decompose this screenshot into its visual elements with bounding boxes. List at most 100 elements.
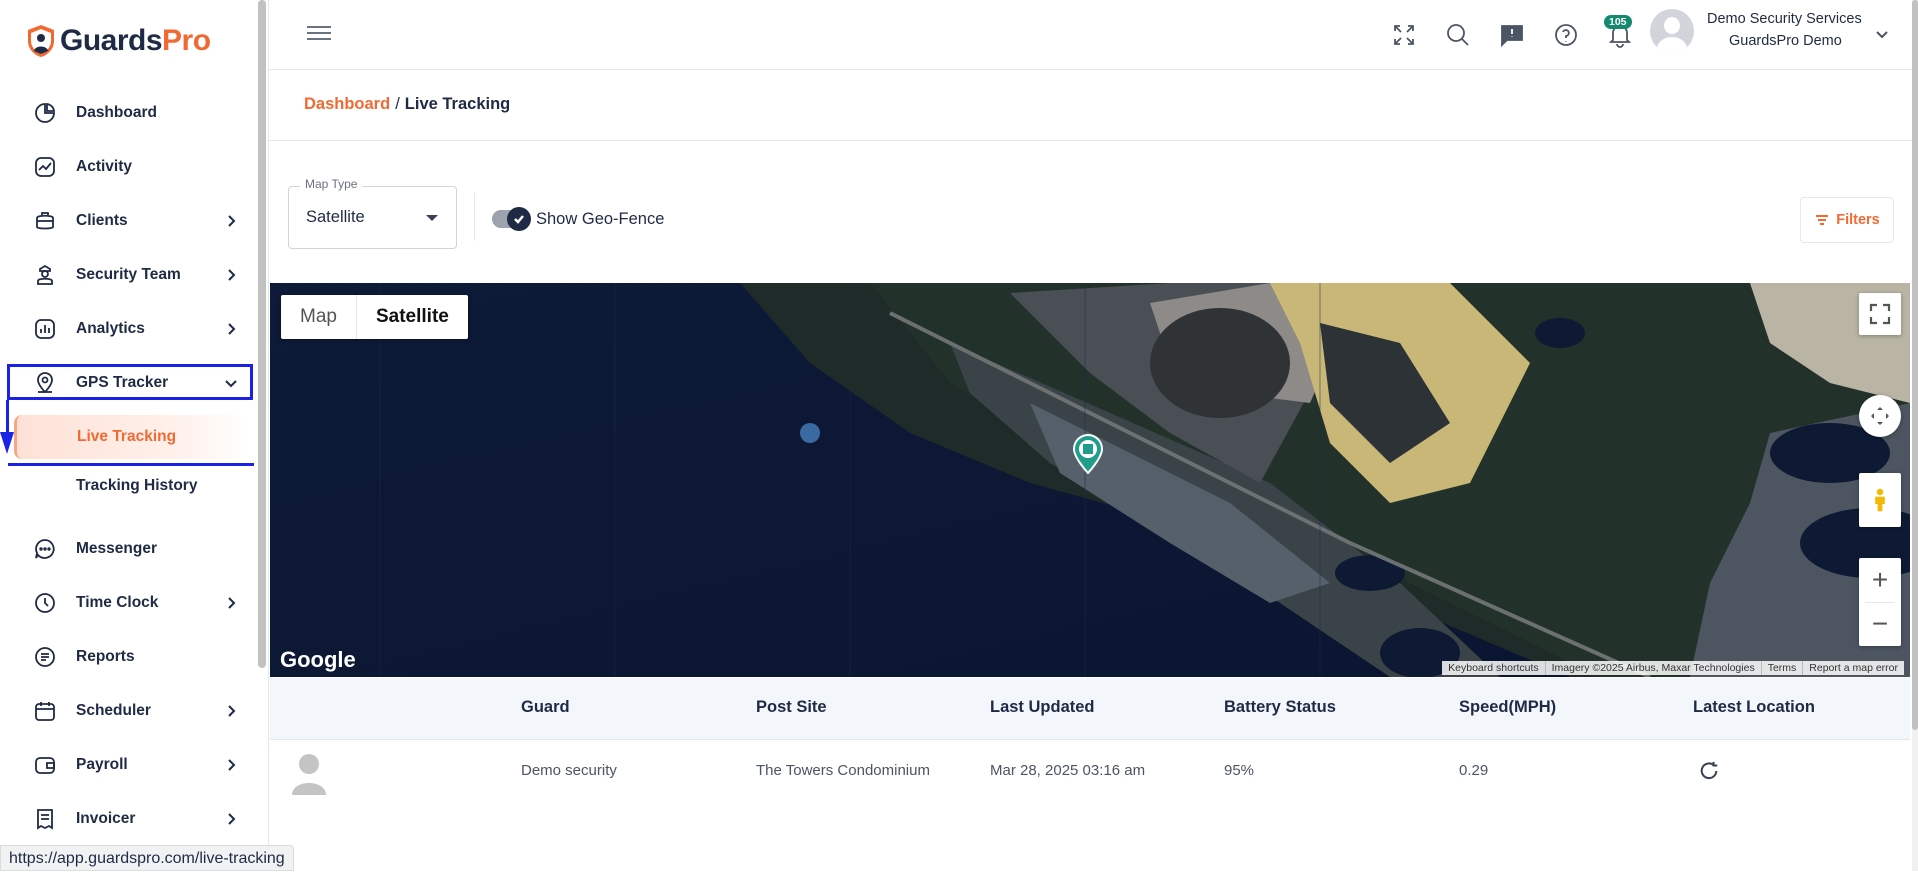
zoom-in-button[interactable]: + [1859, 558, 1901, 602]
guard-location-marker[interactable] [1071, 434, 1105, 475]
user-avatar[interactable] [1650, 9, 1694, 53]
chevron-right-icon [224, 704, 238, 718]
analytics-icon [32, 316, 58, 342]
page-scrollbar[interactable] [1912, 0, 1918, 730]
user-org[interactable]: GuardsPro Demo [1729, 33, 1842, 49]
sidebar-subitem-live-tracking[interactable]: Live Tracking [14, 415, 250, 459]
refresh-location-icon[interactable] [1698, 760, 1722, 784]
chevron-right-icon [224, 214, 238, 228]
map-fullscreen-icon[interactable] [1859, 293, 1901, 335]
chevron-down-icon[interactable] [1874, 26, 1890, 42]
menu-toggle-icon[interactable] [307, 22, 331, 46]
invoice-icon [32, 806, 58, 832]
column-header-battery-status: Battery Status [1224, 698, 1336, 716]
sidebar-item-label: Clients [76, 212, 128, 229]
column-header-post-site: Post Site [756, 698, 827, 716]
breadcrumb-separator: / [395, 95, 400, 113]
sidebar-item-activity[interactable]: Activity [6, 147, 252, 187]
cell-post-site: The Towers Condominium [756, 762, 930, 779]
cell-speed: 0.29 [1459, 762, 1489, 779]
terms-link[interactable]: Terms [1762, 661, 1804, 675]
sidebar-item-label: Payroll [76, 756, 128, 773]
sidebar-item-security-team[interactable]: Security Team [6, 255, 252, 295]
map-type-value[interactable]: Satellite [306, 208, 365, 227]
cell-guard: Demo security [521, 762, 617, 779]
filters-button-label: Filters [1836, 212, 1880, 228]
sidebar-item-scheduler[interactable]: Scheduler [6, 691, 252, 731]
map-type-satellite-button[interactable]: Satellite [357, 295, 468, 339]
sidebar-subitem-label: Tracking History [76, 477, 198, 494]
chevron-right-icon [224, 268, 238, 282]
report-icon [32, 644, 58, 670]
breadcrumb-current: Live Tracking [404, 95, 511, 113]
sidebar-item-label: Messenger [76, 540, 157, 557]
column-header-last-updated: Last Updated [990, 698, 1095, 716]
cell-last-updated: Mar 28, 2025 03:16 am [990, 762, 1146, 779]
guard-avatar [286, 749, 332, 795]
sidebar-item-label: Dashboard [76, 104, 157, 121]
table-row[interactable]: Demo security The Towers Condominium Mar… [270, 741, 1910, 803]
map-type-label: Map Type [300, 177, 363, 191]
filter-icon [1816, 215, 1829, 225]
street-view-pegman-icon[interactable] [1859, 473, 1901, 527]
chevron-right-icon [224, 758, 238, 772]
help-icon[interactable] [1553, 22, 1579, 48]
geofence-toggle-label[interactable]: Show Geo-Fence [536, 210, 664, 229]
chat-icon [32, 536, 58, 562]
user-name[interactable]: Demo Security Services [1707, 11, 1862, 27]
search-icon[interactable] [1445, 22, 1471, 48]
notification-count-badge: 105 [1604, 15, 1632, 29]
fullscreen-icon[interactable] [1391, 22, 1417, 48]
sidebar-item-label: Scheduler [76, 702, 151, 719]
sidebar-item-label: Activity [76, 158, 132, 175]
shield-logo-icon [28, 25, 54, 57]
sidebar-item-messenger[interactable]: Messenger [6, 529, 252, 569]
google-logo[interactable]: Google [280, 647, 356, 673]
satellite-map[interactable]: Map Satellite + − Google Keyboard shortc… [270, 283, 1910, 677]
logo[interactable]: GuardsPro [26, 24, 211, 58]
clock-icon [32, 590, 58, 616]
sidebar-divider [268, 0, 269, 871]
sidebar-item-payroll[interactable]: Payroll [6, 745, 252, 785]
briefcase-icon [32, 208, 58, 234]
geofence-toggle-check-icon[interactable] [507, 207, 531, 231]
column-header-guard: Guard [521, 698, 570, 716]
logo-text-pro: Pro [162, 24, 211, 57]
filters-button[interactable]: Filters [1800, 197, 1894, 243]
keyboard-shortcuts-link[interactable]: Keyboard shortcuts [1442, 661, 1546, 675]
breadcrumb: Dashboard / Live Tracking [304, 95, 510, 114]
sidebar-item-dashboard[interactable]: Dashboard [6, 93, 252, 133]
sidebar-item-time-clock[interactable]: Time Clock [6, 583, 252, 623]
chevron-right-icon [224, 596, 238, 610]
sidebar-subitem-tracking-history[interactable]: Tracking History [14, 464, 250, 508]
map-camera-control-icon[interactable] [1859, 395, 1901, 437]
sidebar-item-label: Reports [76, 648, 135, 665]
zoom-control: + − [1859, 558, 1901, 646]
dropdown-caret-icon[interactable] [426, 215, 438, 221]
breadcrumb-divider [269, 140, 1912, 141]
wallet-icon [32, 752, 58, 778]
sidebar-item-reports[interactable]: Reports [6, 637, 252, 677]
imagery-credit: Imagery ©2025 Airbus, Maxar Technologies [1546, 661, 1762, 675]
sidebar-item-label: Analytics [76, 320, 145, 337]
breadcrumb-dashboard-link[interactable]: Dashboard [304, 95, 390, 113]
annotation-arrow [0, 432, 14, 454]
feedback-icon[interactable] [1499, 22, 1525, 48]
map-type-map-button[interactable]: Map [281, 295, 357, 339]
sidebar-item-analytics[interactable]: Analytics [6, 309, 252, 349]
report-map-error-link[interactable]: Report a map error [1803, 661, 1904, 675]
logo-text-guards: Guards [60, 24, 163, 57]
sidebar-subitem-label: Live Tracking [77, 428, 177, 445]
map-attribution: Keyboard shortcuts Imagery ©2025 Airbus,… [1442, 661, 1904, 675]
column-header-speed: Speed(MPH) [1459, 698, 1557, 716]
calendar-icon [32, 698, 58, 724]
dashboard-icon [32, 100, 58, 126]
zoom-out-button[interactable]: − [1859, 602, 1901, 646]
sidebar-item-clients[interactable]: Clients [6, 201, 252, 241]
satellite-imagery [270, 283, 1910, 677]
controls-divider [474, 193, 475, 241]
top-header: 105 Demo Security Services GuardsPro Dem… [269, 0, 1912, 70]
chevron-right-icon [224, 812, 238, 826]
sidebar-item-invoicer[interactable]: Invoicer [6, 799, 252, 839]
sidebar-scrollbar[interactable] [258, 0, 266, 668]
